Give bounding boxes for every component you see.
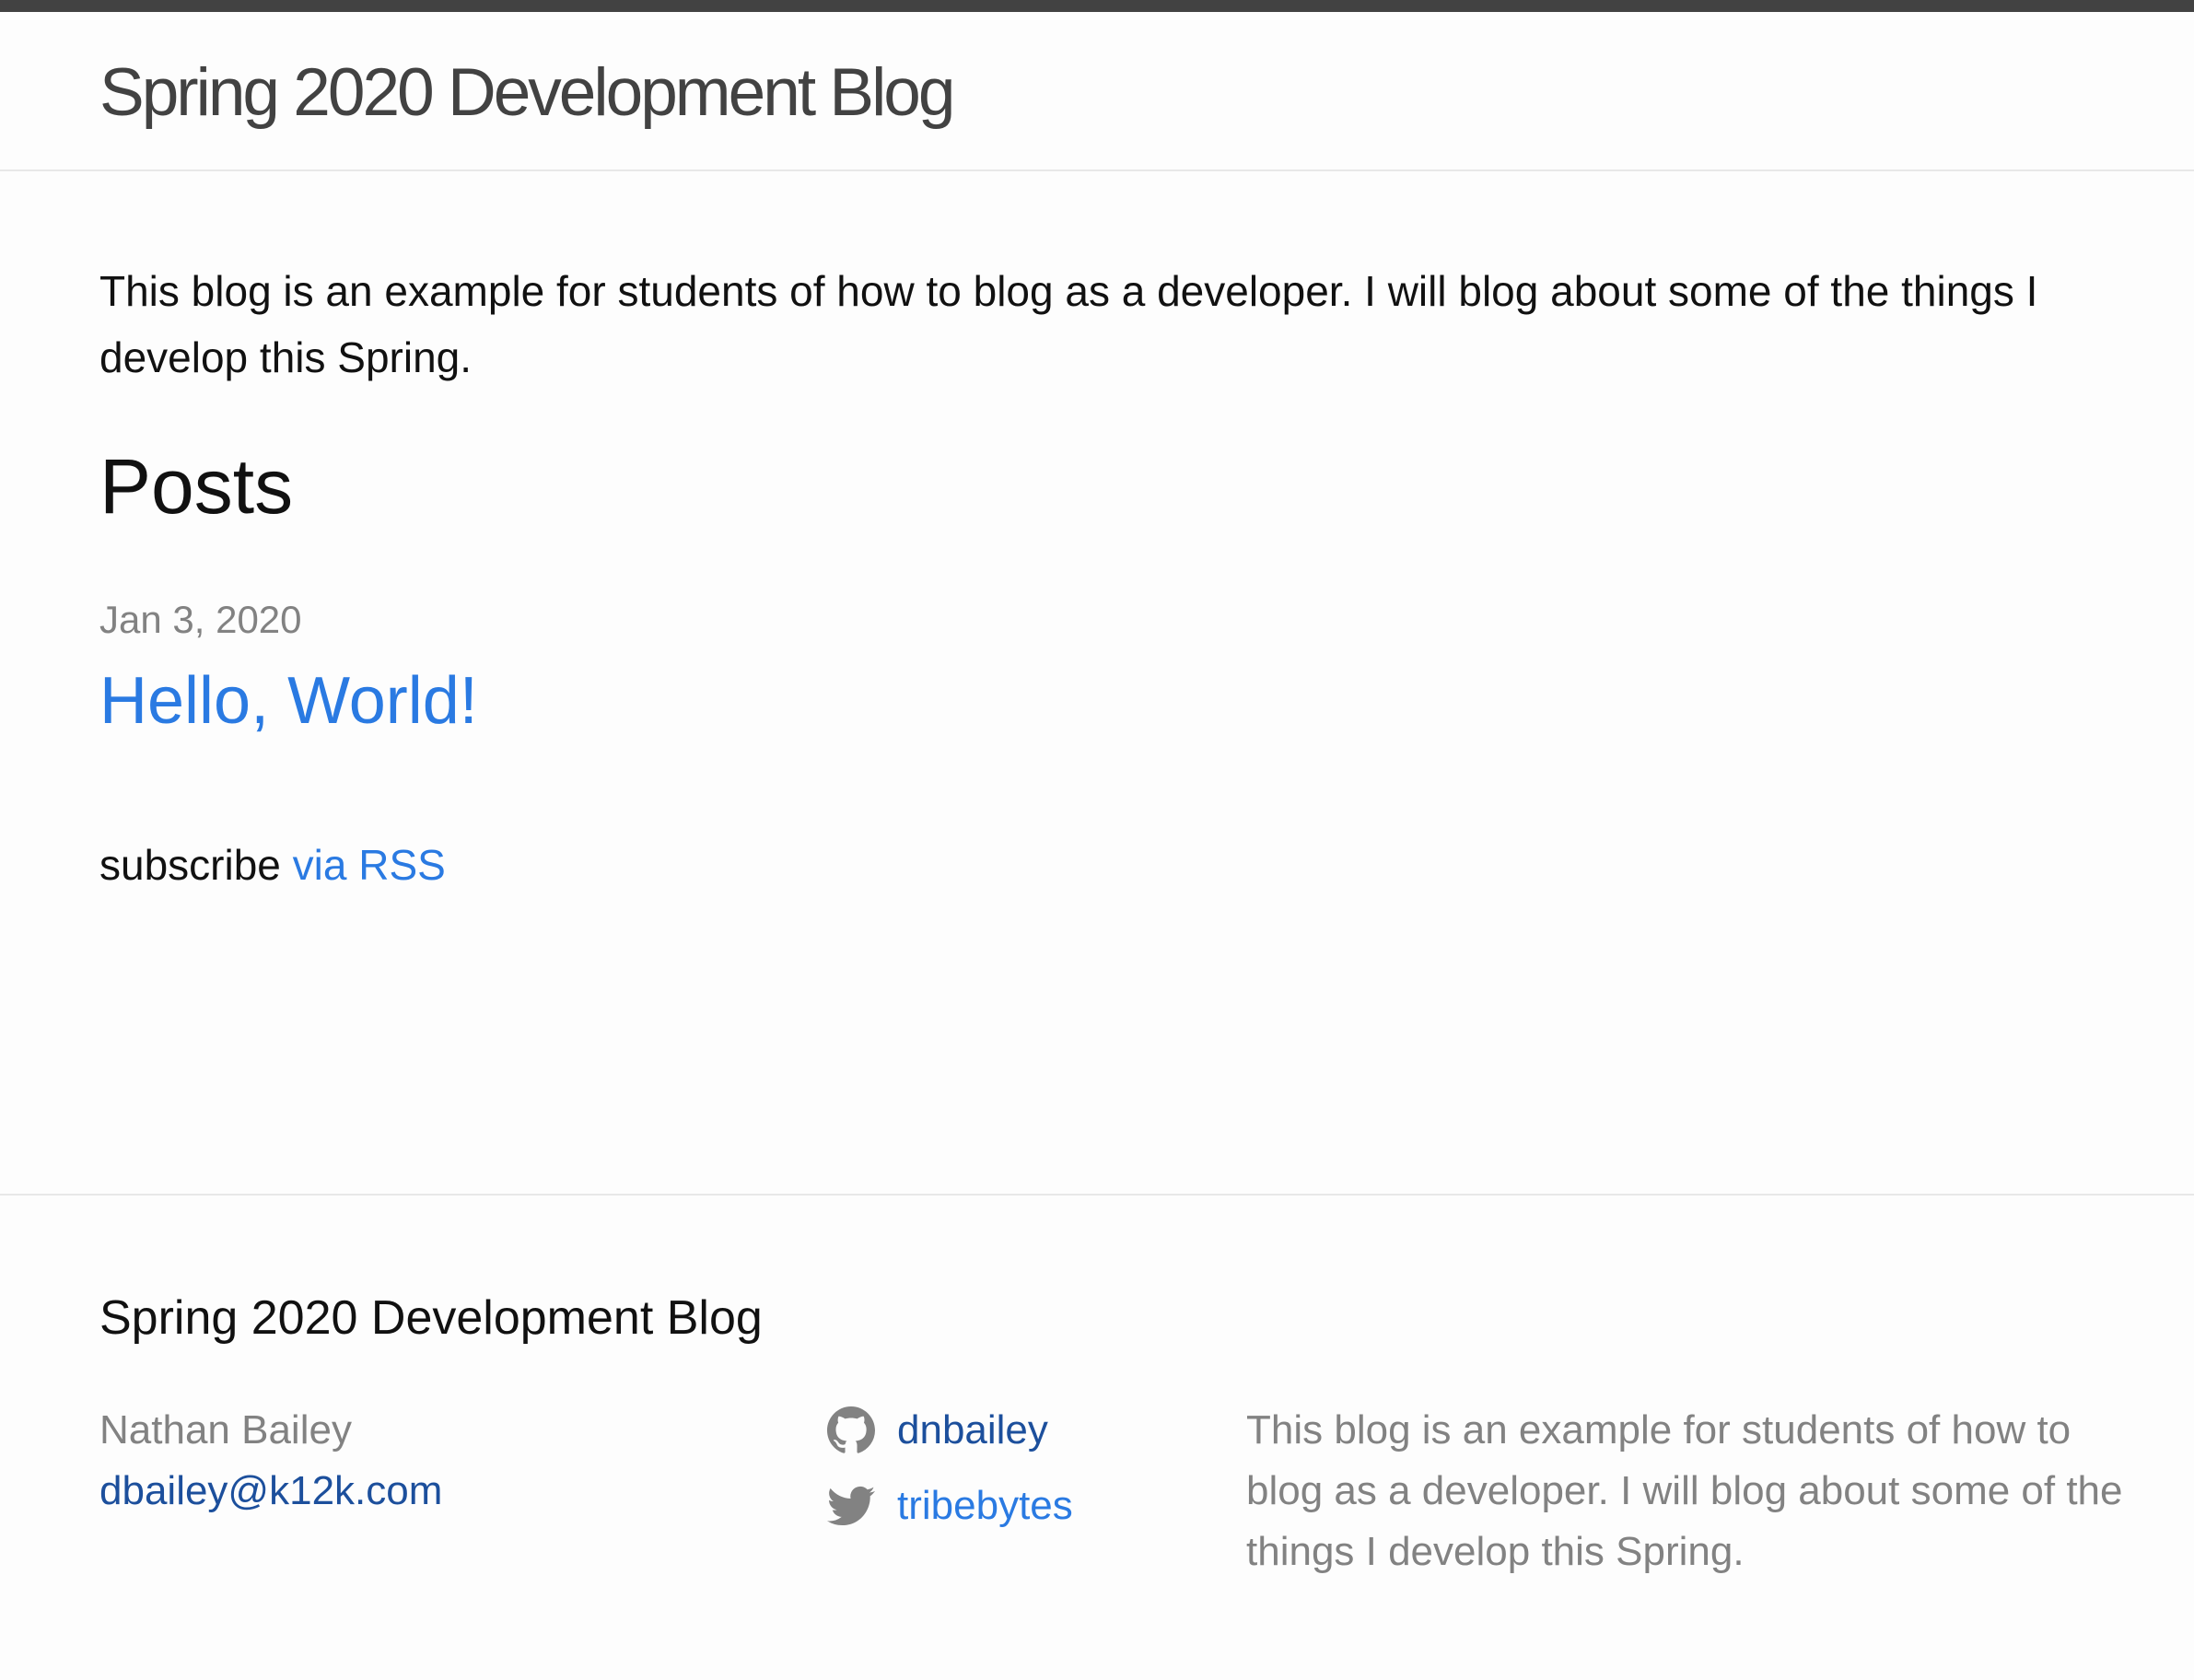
subscribe-label: subscribe (99, 841, 281, 889)
site-footer: Spring 2020 Development Blog Nathan Bail… (0, 1194, 2194, 1680)
github-icon (827, 1406, 875, 1453)
footer-description: This blog is an example for students of … (1246, 1407, 2123, 1574)
twitter-icon (827, 1486, 875, 1526)
site-header: Spring 2020 Development Blog (0, 12, 2194, 171)
footer-social: dnbailey tribebytes (827, 1400, 1214, 1551)
post-title-link[interactable]: Hello, World! (99, 661, 478, 741)
github-username-link[interactable]: dnbailey (897, 1400, 1048, 1461)
footer-contact: Nathan Bailey dbailey@k12k.com (99, 1400, 744, 1522)
posts-heading: Posts (99, 443, 294, 530)
twitter-username-link[interactable]: tribebytes (897, 1476, 1073, 1536)
author-name: Nathan Bailey (99, 1407, 352, 1452)
intro-paragraph: This blog is an example for students of … (99, 267, 2038, 381)
social-twitter: tribebytes (827, 1476, 1214, 1536)
post-date: Jan 3, 2020 (99, 598, 302, 641)
subscribe-line: subscribe via RSS (99, 840, 446, 891)
social-github: dnbailey (827, 1400, 1214, 1461)
rss-link[interactable]: via RSS (293, 841, 446, 889)
site-title-link[interactable]: Spring 2020 Development Blog (99, 52, 955, 134)
top-accent-bar (0, 0, 2194, 12)
email-link[interactable]: dbailey@k12k.com (99, 1461, 744, 1522)
footer-heading: Spring 2020 Development Blog (99, 1291, 763, 1345)
